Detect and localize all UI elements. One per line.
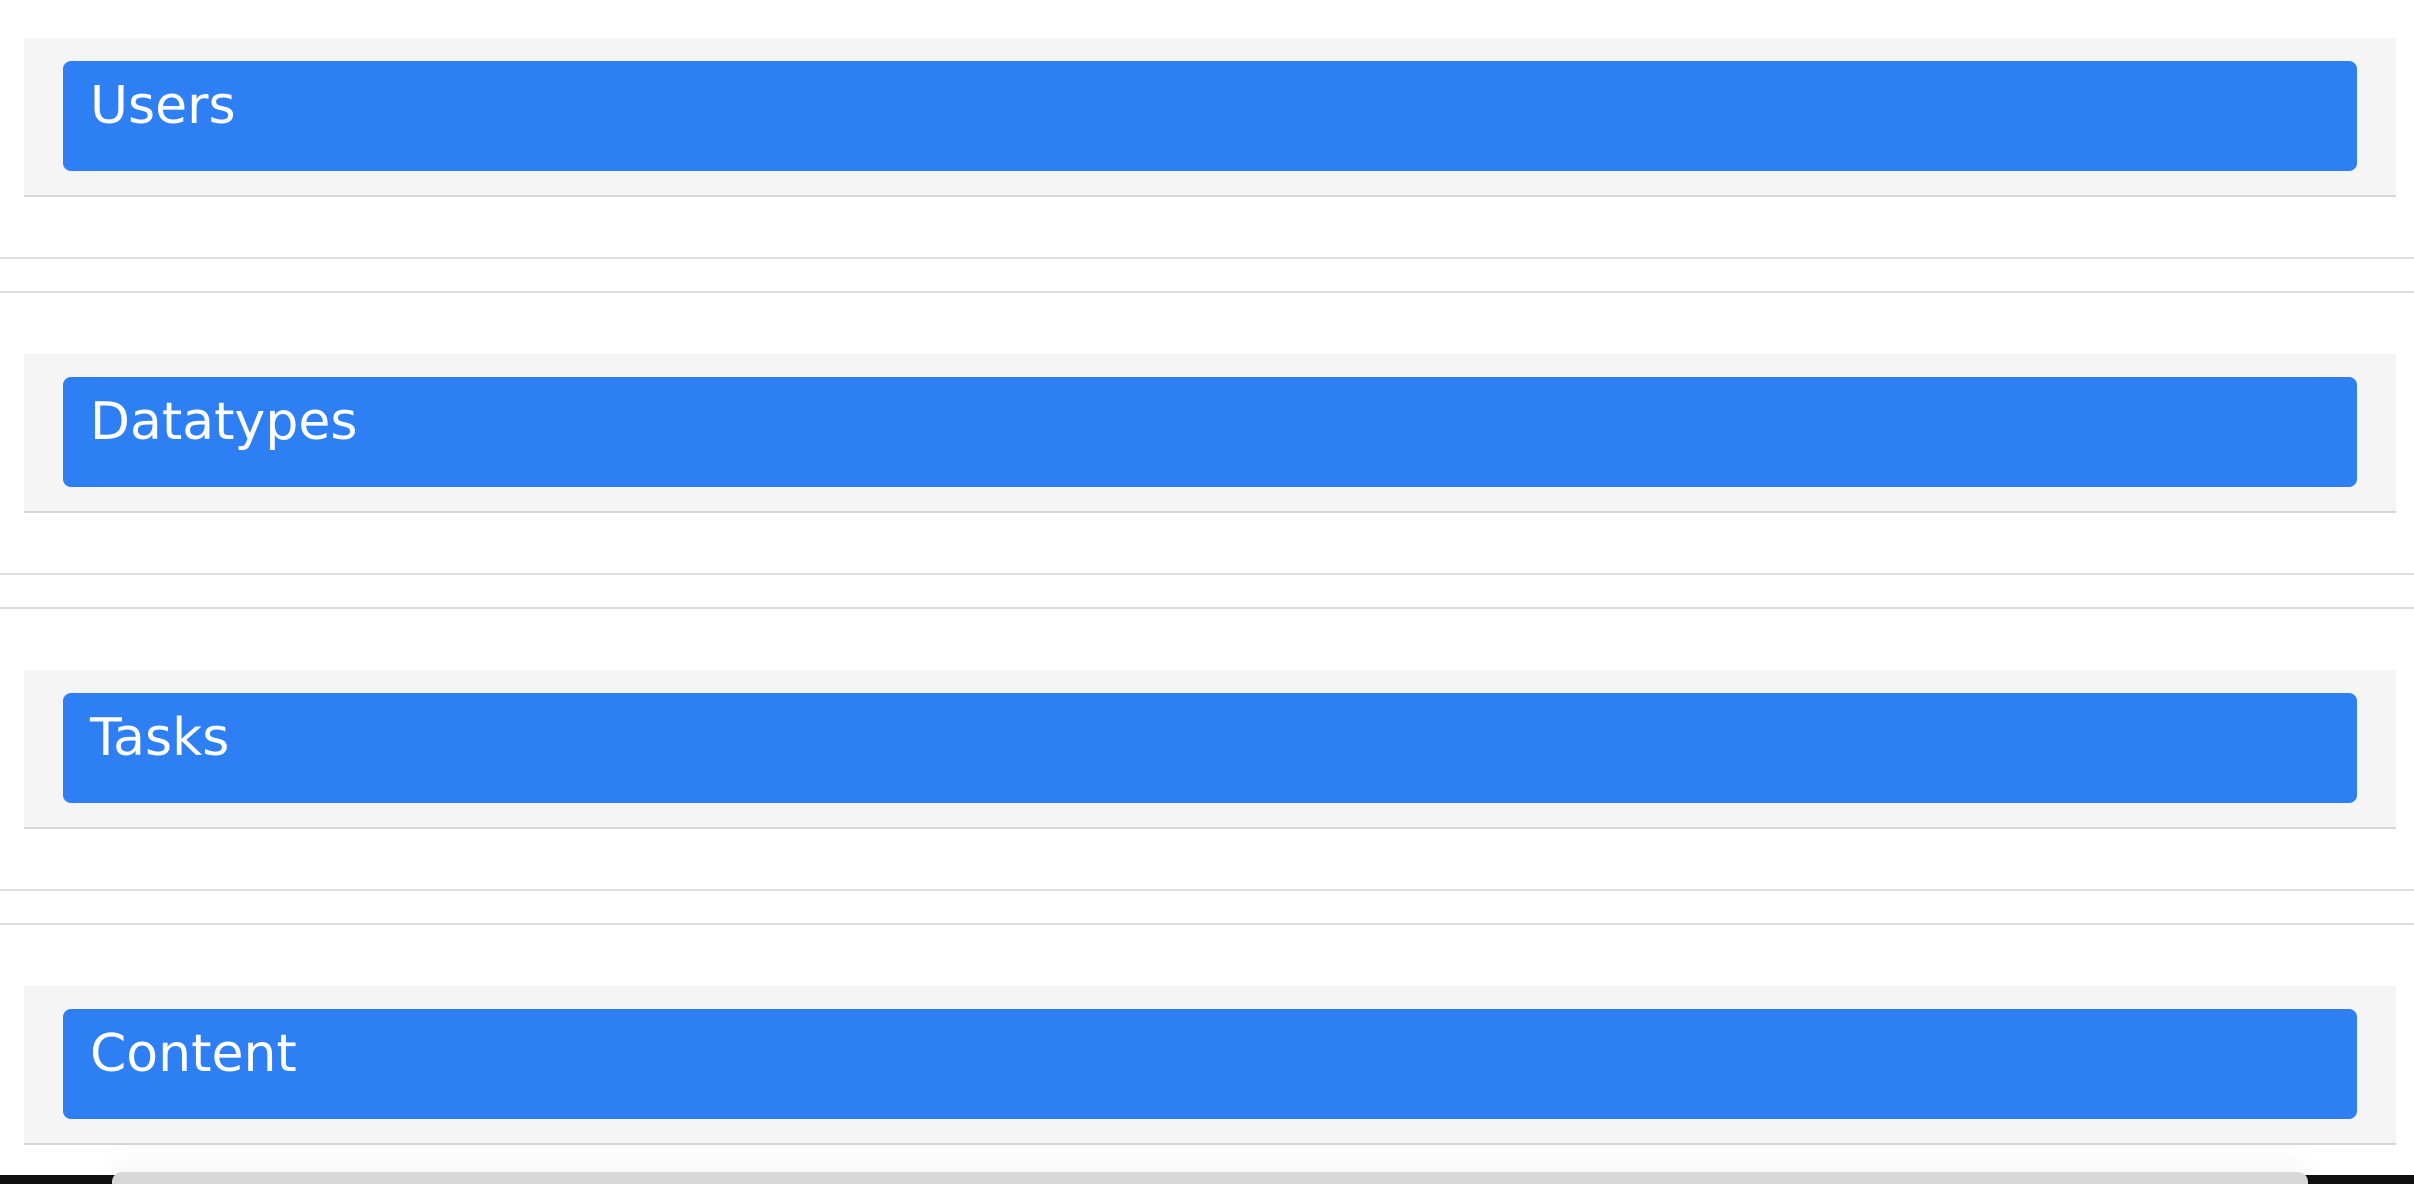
users-label: Users: [90, 76, 236, 136]
content-button[interactable]: Content: [63, 1009, 2357, 1119]
divider: [0, 607, 2414, 609]
divider: [0, 573, 2414, 575]
tasks-panel: Tasks: [24, 670, 2396, 829]
users-button[interactable]: Users: [63, 61, 2357, 171]
bottom-sheet-edge: [112, 1172, 2308, 1184]
users-panel: Users: [24, 38, 2396, 197]
datatypes-button[interactable]: Datatypes: [63, 377, 2357, 487]
divider: [0, 291, 2414, 293]
datatypes-panel: Datatypes: [24, 354, 2396, 513]
page: Users Datatypes Tasks Content: [0, 0, 2414, 1184]
datatypes-label: Datatypes: [90, 392, 358, 452]
content-label: Content: [90, 1024, 297, 1084]
divider: [0, 889, 2414, 891]
tasks-label: Tasks: [90, 708, 230, 768]
tasks-button[interactable]: Tasks: [63, 693, 2357, 803]
divider: [0, 257, 2414, 259]
divider: [0, 923, 2414, 925]
content-panel: Content: [24, 986, 2396, 1145]
